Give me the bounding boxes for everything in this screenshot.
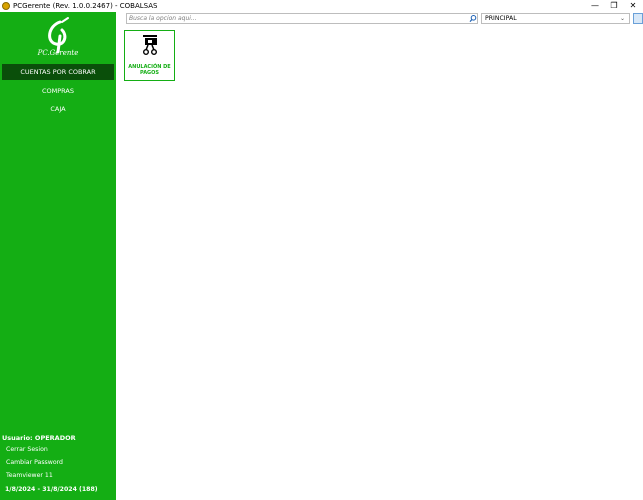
minimize-icon: — bbox=[591, 1, 599, 10]
pcgerente-logo bbox=[48, 17, 69, 54]
logout-link[interactable]: Cerrar Sesion bbox=[6, 446, 48, 453]
restore-icon: ❐ bbox=[610, 1, 618, 10]
restore-button[interactable]: ❐ bbox=[605, 0, 623, 12]
window-title: PCGerente (Rev. 1.0.0.2467) - COBALSAS bbox=[13, 2, 158, 10]
title-bar: PCGerente (Rev. 1.0.0.2467) - COBALSAS —… bbox=[0, 0, 643, 12]
tile-label: ANULACIÓN DE PAGOS bbox=[128, 64, 171, 76]
module-select[interactable]: PRINCIPAL ⌄ bbox=[481, 13, 630, 24]
sidebar-item-compras[interactable]: COMPRAS bbox=[2, 83, 114, 99]
search-box bbox=[126, 13, 478, 24]
sidebar-item-cuentas-por-cobrar[interactable]: CUENTAS POR COBRAR bbox=[2, 64, 114, 80]
sidebar: PC.Gerente CUENTAS POR COBRAR COMPRAS CA… bbox=[0, 12, 116, 500]
cut-payment-icon bbox=[143, 35, 157, 55]
module-select-value: PRINCIPAL bbox=[485, 15, 517, 22]
search-icon[interactable] bbox=[468, 14, 478, 23]
tile-anulacion-de-pagos[interactable]: ANULACIÓN DE PAGOS bbox=[124, 30, 175, 81]
sidebar-item-caja[interactable]: CAJA bbox=[2, 101, 114, 117]
close-button[interactable]: ✕ bbox=[624, 0, 642, 12]
change-password-link[interactable]: Cambiar Password bbox=[6, 459, 63, 466]
teamviewer-link[interactable]: Teamviewer 11 bbox=[6, 472, 53, 479]
minimize-button[interactable]: — bbox=[586, 0, 604, 12]
search-input[interactable] bbox=[129, 14, 459, 23]
chevron-down-icon: ⌄ bbox=[620, 15, 626, 22]
user-label: Usuario: OPERADOR bbox=[2, 434, 76, 442]
close-icon: ✕ bbox=[629, 1, 637, 10]
logo-text: PC.Gerente bbox=[37, 49, 79, 57]
refresh-button[interactable] bbox=[633, 13, 643, 24]
app-icon bbox=[2, 2, 10, 10]
date-range: 1/8/2024 - 31/8/2024 (188) bbox=[5, 486, 98, 493]
